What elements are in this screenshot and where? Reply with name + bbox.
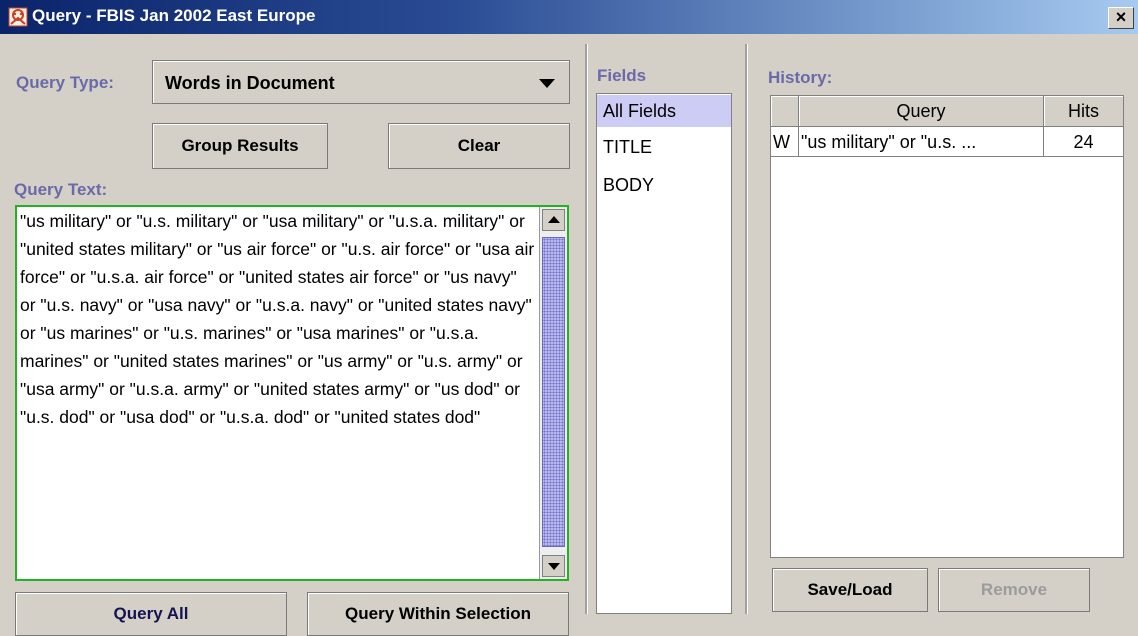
field-item-all-fields[interactable]: All Fields <box>597 95 731 127</box>
scroll-down-button[interactable] <box>542 555 565 577</box>
history-table[interactable]: Query Hits W "us military" or "u.s. ... … <box>770 95 1124 558</box>
fields-list[interactable]: All Fields TITLE BODY <box>596 93 732 614</box>
dropdown-arrow-icon <box>539 79 555 88</box>
fields-label: Fields <box>597 66 647 85</box>
panel-divider-right[interactable] <box>745 44 748 614</box>
query-all-button[interactable]: Query All <box>15 592 287 636</box>
close-icon[interactable]: × <box>1108 7 1134 29</box>
title-bar[interactable]: Query - FBIS Jan 2002 East Europe × <box>0 0 1138 34</box>
remove-button[interactable]: Remove <box>938 568 1090 612</box>
panel-divider-left[interactable] <box>585 44 588 614</box>
app-icon <box>8 7 28 27</box>
group-results-button[interactable]: Group Results <box>152 123 328 169</box>
history-label: History: <box>768 68 833 87</box>
field-item-body[interactable]: BODY <box>597 169 731 201</box>
window-title: Query - FBIS Jan 2002 East Europe <box>32 6 316 25</box>
field-item-title[interactable]: TITLE <box>597 131 731 163</box>
query-within-selection-button[interactable]: Query Within Selection <box>307 592 569 636</box>
save-load-button[interactable]: Save/Load <box>772 568 928 612</box>
history-cell-type[interactable]: W <box>771 127 799 157</box>
query-text-content: "us military" or "u.s. military" or "usa… <box>20 211 540 427</box>
scroll-up-button[interactable] <box>542 209 565 231</box>
clear-button[interactable]: Clear <box>388 123 570 169</box>
history-cell-query[interactable]: "us military" or "u.s. ... <box>799 127 1044 157</box>
query-text-label: Query Text: <box>14 180 108 199</box>
history-header-query[interactable]: Query <box>799 96 1044 127</box>
query-type-label: Query Type: <box>16 73 114 92</box>
scroll-up-icon <box>548 216 560 223</box>
scrollbar-thumb[interactable] <box>542 237 565 547</box>
history-cell-hits[interactable]: 24 <box>1044 127 1123 157</box>
query-type-select[interactable]: Words in Document <box>152 60 570 104</box>
history-header-type[interactable] <box>771 96 799 127</box>
history-header-hits[interactable]: Hits <box>1044 96 1123 127</box>
query-text-area[interactable]: "us military" or "u.s. military" or "usa… <box>15 205 569 581</box>
scroll-down-icon <box>548 563 560 570</box>
query-text-scrollbar[interactable] <box>539 207 567 579</box>
query-type-value: Words in Document <box>165 73 335 93</box>
